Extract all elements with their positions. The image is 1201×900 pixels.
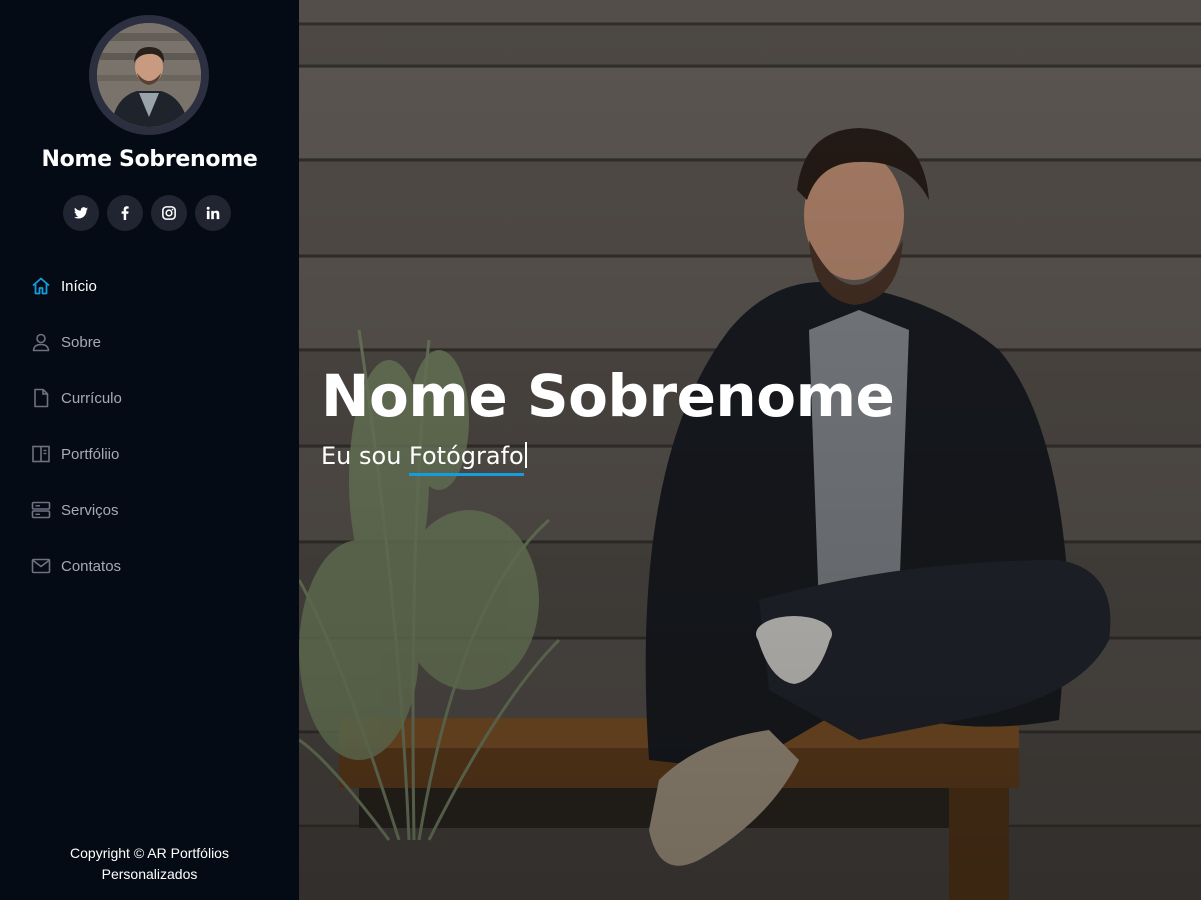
nav-item-label: Início bbox=[61, 277, 97, 295]
twitter-icon bbox=[74, 207, 88, 219]
typed-text: Fotógrafo bbox=[409, 442, 524, 476]
nav-item-label: Portfóliio bbox=[61, 445, 120, 463]
linkedin-icon bbox=[206, 206, 220, 220]
nav-item-curriculo[interactable]: Currículo bbox=[0, 370, 299, 426]
nav-item-sobre[interactable]: Sobre bbox=[0, 314, 299, 370]
nav-item-label: Currículo bbox=[61, 389, 122, 407]
profile-name: Nome Sobrenome bbox=[41, 147, 258, 172]
twitter-link[interactable] bbox=[63, 195, 99, 231]
instagram-icon bbox=[162, 206, 176, 220]
nav-item-contatos[interactable]: Contatos bbox=[0, 538, 299, 594]
file-icon bbox=[31, 388, 51, 408]
main-nav: Início Sobre Currículo Portfóliio Serviç… bbox=[0, 258, 299, 594]
home-icon bbox=[31, 276, 51, 296]
typing-cursor bbox=[524, 442, 527, 468]
nav-item-label: Serviços bbox=[61, 501, 119, 519]
envelope-icon bbox=[31, 556, 51, 576]
book-half-icon bbox=[31, 444, 51, 464]
nav-item-label: Contatos bbox=[61, 557, 122, 575]
nav-item-portfolio[interactable]: Portfóliio bbox=[0, 426, 299, 482]
hero-subtitle: Eu sou Fotógrafo bbox=[321, 442, 527, 476]
sidebar: Nome Sobrenome Início Sobre Currículo Po… bbox=[0, 0, 299, 900]
social-links bbox=[63, 195, 231, 231]
nav-item-label: Sobre bbox=[61, 333, 102, 351]
server-icon bbox=[31, 500, 51, 520]
instagram-link[interactable] bbox=[151, 195, 187, 231]
hero-section: Nome Sobrenome Eu sou Fotógrafo bbox=[299, 0, 1201, 900]
copyright-line-1: Copyright © AR Portfólios bbox=[70, 845, 229, 861]
person-icon bbox=[31, 332, 51, 352]
facebook-icon bbox=[121, 206, 129, 220]
copyright-footer: Copyright © AR Portfólios Personalizados bbox=[0, 843, 299, 885]
nav-item-servicos[interactable]: Serviços bbox=[0, 482, 299, 538]
nav-item-inicio[interactable]: Início bbox=[0, 258, 299, 314]
facebook-link[interactable] bbox=[107, 195, 143, 231]
hero-subtitle-prefix: Eu sou bbox=[321, 442, 410, 470]
avatar bbox=[89, 15, 209, 135]
copyright-line-2: Personalizados bbox=[101, 866, 198, 882]
linkedin-link[interactable] bbox=[195, 195, 231, 231]
hero-title: Nome Sobrenome bbox=[321, 362, 895, 430]
